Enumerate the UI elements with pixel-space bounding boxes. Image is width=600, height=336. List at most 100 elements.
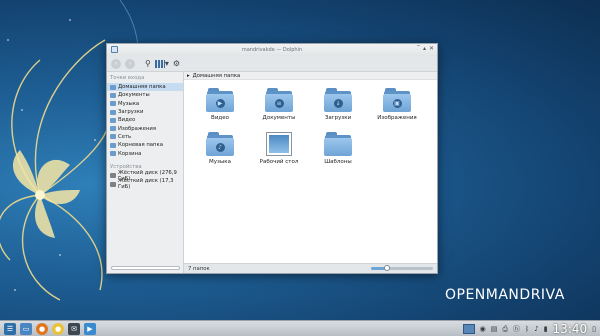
status-bar: 7 папок (184, 263, 437, 273)
file-manager-launcher-icon[interactable]: ▭ (20, 322, 32, 335)
place-label: Корзина (118, 150, 142, 157)
chevron-down-icon: ▾ (164, 59, 169, 68)
place-home[interactable]: Домашняя папка (107, 83, 183, 92)
folder-label: Загрузки (324, 115, 352, 121)
search-icon: ⚲ (145, 59, 151, 68)
place-root[interactable]: Корневая папка (107, 141, 183, 149)
place-network[interactable]: Сеть (107, 133, 183, 141)
place-trash[interactable]: Корзина (107, 149, 183, 157)
folder-label: Рабочий стол (259, 159, 299, 165)
folder-icon: ▣ (383, 88, 411, 112)
device-disk-2[interactable]: Жёсткий диск (17,3 ГиБ) (107, 178, 183, 191)
zoom-slider-handle[interactable] (383, 265, 390, 271)
app-menu-button[interactable]: ☰ (4, 322, 16, 335)
folder-label: Документы (262, 115, 296, 121)
folder-item-videos[interactable]: ▶ Видео (200, 88, 240, 121)
media-player-launcher-icon[interactable]: ▶ (84, 322, 96, 335)
place-label: Музыка (118, 100, 140, 107)
picture-emblem-icon: ▣ (392, 98, 402, 108)
folder-label: Видео (211, 115, 229, 121)
maximize-icon[interactable]: ▴ (423, 45, 426, 52)
music-emblem-icon: ♪ (215, 142, 225, 152)
chat-launcher-icon[interactable]: ● (52, 322, 64, 335)
folder-item-pictures[interactable]: ▣ Изображения (377, 88, 417, 121)
settings-button[interactable]: ⚙ (173, 59, 180, 68)
place-label: Видео (118, 117, 136, 124)
download-emblem-icon: ↓ (333, 98, 343, 108)
place-videos[interactable]: Видео (107, 116, 183, 124)
place-pictures[interactable]: Изображения (107, 124, 183, 132)
hard-disk-icon (110, 181, 116, 187)
folder-label: Шаблоны (324, 159, 352, 165)
system-tray: ◉ ▤ ⎙ ⓗ ᛒ ♪ ▮ 13:40 ▯ (462, 321, 596, 336)
place-documents[interactable]: Документы (107, 91, 183, 99)
gear-icon: ⚙ (172, 59, 181, 68)
video-emblem-icon: ▶ (215, 98, 225, 108)
breadcrumb-home[interactable]: Домашняя папка (193, 73, 241, 79)
device-label: Жёсткий диск (17,3 ГиБ) (118, 178, 174, 191)
folder-item-music[interactable]: ♪ Музыка (200, 132, 240, 165)
forward-icon: › (128, 60, 132, 67)
dolphin-task-button[interactable] (462, 324, 475, 334)
music-folder-icon (110, 101, 116, 107)
printer-icon[interactable]: ⎙ (502, 325, 508, 334)
place-label: Документы (118, 92, 150, 99)
forward-button[interactable]: › (125, 58, 135, 69)
icons-view-icon (154, 59, 165, 68)
place-label: Изображения (118, 125, 157, 132)
battery-icon[interactable]: ▮ (544, 325, 548, 333)
folder-icon (324, 132, 352, 156)
place-music[interactable]: Музыка (107, 100, 183, 108)
root-folder-icon (110, 142, 116, 148)
hp-icon[interactable]: ⓗ (513, 324, 520, 334)
folder-icon: ↓ (324, 88, 352, 112)
firefox-launcher-icon[interactable]: ● (36, 322, 48, 335)
place-label: Сеть (118, 133, 132, 140)
place-label: Загрузки (118, 109, 144, 116)
folder-item-documents[interactable]: ≡ Документы (259, 88, 299, 121)
dolphin-window: mandrivakde — Dolphin ‾ ▴ ✕ ‹ › ⚲ ▾ ⚙ То… (106, 43, 438, 274)
window-title: mandrivakde — Dolphin (241, 47, 303, 53)
minimize-icon[interactable]: ‾ (417, 45, 420, 52)
back-button[interactable]: ‹ (111, 58, 121, 69)
dolphin-app-icon (111, 46, 118, 53)
desktop-icon (266, 132, 292, 156)
bluetooth-icon[interactable]: ᛒ (525, 325, 529, 333)
videos-folder-icon (110, 117, 116, 123)
places-header: Точки входа (110, 75, 145, 81)
place-downloads[interactable]: Загрузки (107, 108, 183, 116)
folder-label: Музыка (209, 159, 231, 165)
status-text: 7 папок (188, 265, 210, 272)
pictures-folder-icon (110, 126, 116, 132)
downloads-folder-icon (110, 109, 116, 115)
file-view: ▶ Видео ≡ Документы ↓ Загрузки ▣ Изображ… (184, 80, 437, 263)
clipboard-icon[interactable]: ▤ (491, 325, 498, 333)
show-desktop-icon[interactable]: ▯ (592, 325, 596, 333)
home-folder-icon (110, 84, 116, 90)
place-label: Корневая папка (118, 142, 163, 149)
folder-item-downloads[interactable]: ↓ Загрузки (318, 88, 358, 121)
documents-folder-icon (110, 92, 116, 98)
folder-icon: ♪ (206, 132, 234, 156)
zoom-slider[interactable] (371, 265, 433, 271)
network-icon[interactable]: ◉ (480, 325, 486, 333)
breadcrumb: ▸ Домашняя папка (184, 72, 437, 80)
folder-item-templates[interactable]: Шаблоны (318, 132, 358, 165)
folder-item-desktop[interactable]: Рабочий стол (259, 132, 299, 165)
clock[interactable]: 13:40 (553, 322, 588, 336)
openmandriva-logo: OPENMANDRIVA (445, 287, 565, 303)
view-mode-button[interactable]: ▾ (154, 59, 169, 68)
search-button[interactable]: ⚲ (145, 59, 151, 68)
hard-disk-icon (110, 173, 116, 179)
trash-icon (110, 151, 116, 157)
folder-icon: ≡ (265, 88, 293, 112)
places-scrollbar[interactable] (111, 266, 180, 270)
window-titlebar[interactable]: mandrivakde — Dolphin ‾ ▴ ✕ (107, 44, 437, 56)
breadcrumb-arrow-icon: ▸ (187, 72, 190, 79)
network-icon (110, 134, 116, 140)
volume-icon[interactable]: ♪ (534, 325, 538, 333)
window-controls: ‾ ▴ ✕ (417, 45, 434, 52)
mail-launcher-icon[interactable]: ✉ (68, 322, 80, 335)
close-icon[interactable]: ✕ (429, 45, 434, 52)
toolbar: ‹ › ⚲ ▾ ⚙ (107, 56, 437, 72)
